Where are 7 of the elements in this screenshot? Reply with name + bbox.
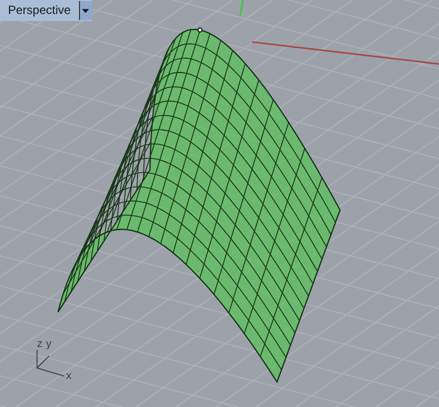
axis-label: y: [46, 339, 52, 350]
y-axis-line: [239, 0, 244, 16]
caret-icon: [82, 8, 90, 12]
axis-label: z: [37, 339, 42, 350]
dropdown-button[interactable]: [78, 1, 92, 20]
axis-indicator-icon: [36, 350, 64, 376]
axis-label: x: [66, 371, 72, 382]
